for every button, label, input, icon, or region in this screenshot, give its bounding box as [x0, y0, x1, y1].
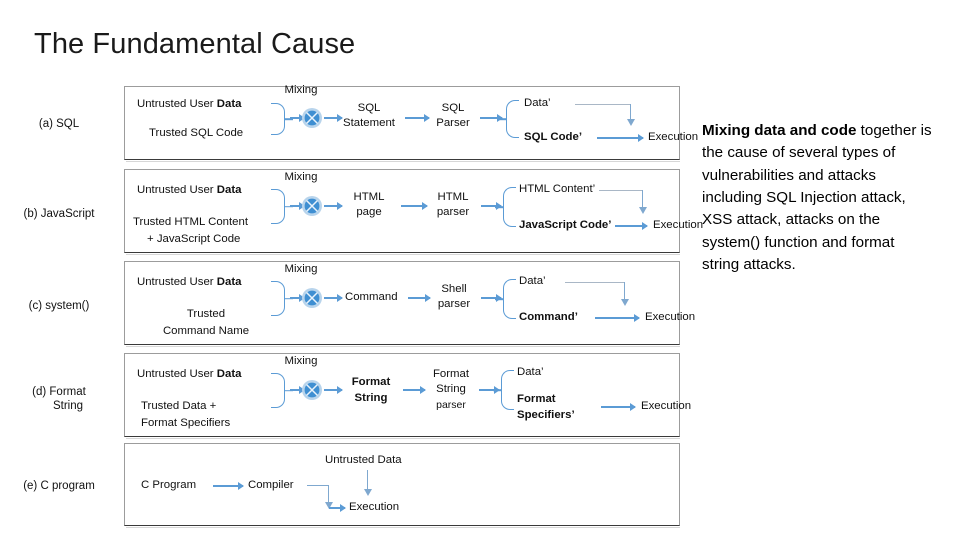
merge-brace-b: [271, 189, 293, 224]
output-bottom-a: SQL Code’: [524, 131, 583, 143]
feedback-line-c: [565, 282, 625, 284]
input-bottom-d: Trusted Data + Format Specifiers: [141, 400, 231, 429]
execution-e: Execution: [349, 501, 400, 513]
parser-d: Format String parser: [432, 368, 470, 411]
input-top-d: Untrusted User Data: [137, 368, 242, 380]
row-label-c: (c) system(): [28, 300, 90, 312]
arrow-to-execution-b: [615, 225, 647, 227]
output-bottom-b: JavaScript Code’: [519, 219, 612, 231]
row-label-b: (b) JavaScript: [23, 208, 95, 220]
mixing-node-c: [301, 287, 323, 309]
fundamental-cause-figure: (a) SQL Untrusted User Data Trusted SQL …: [0, 84, 703, 530]
merge-brace-a: [271, 103, 293, 135]
figure-row-c-program: (e) C program C Program Compiler Untrust…: [0, 443, 690, 530]
mixing-label-a: Mixing: [284, 84, 318, 96]
execution-d: Execution: [641, 400, 692, 412]
arrow-to-execution-a: [597, 137, 643, 139]
input-top-a: Untrusted User Data: [137, 98, 242, 110]
compiler-elbow-h-e: [307, 485, 329, 487]
figure-row-javascript: (b) JavaScript Untrusted User Data Trust…: [0, 169, 703, 257]
untrusted-data-e: Untrusted Data: [325, 454, 402, 466]
row-label-d: (d) Format String: [32, 386, 86, 413]
arrow-to-execution-c: [595, 317, 639, 319]
execution-c: Execution: [645, 311, 696, 323]
arrow-source-to-compiler-e: [213, 485, 243, 487]
input-bottom-a: Trusted SQL Code: [149, 127, 244, 139]
commentary-text: Mixing data and code together is the cau…: [702, 120, 934, 276]
split-brace-a: [498, 100, 519, 138]
split-brace-c: [495, 279, 516, 319]
output-top-a: Data’: [524, 97, 551, 109]
input-top-b: Untrusted User Data: [137, 184, 242, 196]
mixed-artifact-b: HTML page: [353, 191, 385, 219]
parser-a: SQL Parser: [436, 102, 470, 130]
feedback-arrow-c: [624, 282, 626, 300]
arrow-to-parser-d: [403, 389, 425, 391]
row-label-a: (a) SQL: [38, 118, 80, 130]
parser-c: Shell parser: [437, 283, 471, 311]
execution-b: Execution: [653, 219, 704, 231]
feedback-line-b: [599, 190, 643, 192]
c-source-e: C Program: [141, 479, 197, 491]
mixing-label-c: Mixing: [284, 263, 318, 275]
slide-canvas: The Fundamental Cause Mixing data and co…: [0, 0, 960, 540]
arrow-from-mixer-d: [324, 389, 342, 391]
mixing-node-d: [301, 379, 323, 401]
split-brace-b: [495, 187, 516, 227]
arrow-to-parser-c: [408, 297, 430, 299]
untrusted-data-arrow-e: [367, 470, 369, 490]
merge-brace-d: [271, 373, 293, 408]
arrow-to-parser-a: [405, 117, 429, 119]
figure-row-sql: (a) SQL Untrusted User Data Trusted SQL …: [0, 84, 698, 163]
row-label-e: (e) C program: [23, 480, 95, 492]
output-bottom-c: Command’: [519, 311, 578, 323]
merge-brace-c: [271, 281, 293, 316]
arrow-elbow-to-execution-e: [329, 507, 345, 509]
output-top-d: Data’: [517, 366, 544, 378]
execution-a: Execution: [648, 131, 699, 143]
mixing-label-b: Mixing: [284, 171, 318, 183]
arrow-from-mixer-c: [324, 297, 342, 299]
page-title: The Fundamental Cause: [34, 28, 356, 60]
output-top-b: HTML Content’: [519, 183, 596, 195]
output-bottom-d: Format Specifiers’: [517, 393, 575, 421]
mixed-artifact-d: Format String: [351, 376, 391, 404]
mixing-node-b: [301, 195, 323, 217]
feedback-line-a: [575, 104, 631, 106]
row-box-e: C Program Compiler Untrusted Data Execut…: [124, 443, 680, 528]
input-bottom-b: Trusted HTML Content + JavaScript Code: [133, 216, 249, 245]
row-box-c: Untrusted User Data Trusted Command Name …: [124, 261, 695, 347]
feedback-arrow-a: [630, 104, 632, 120]
input-top-c: Untrusted User Data: [137, 276, 242, 288]
mixing-node-a: [301, 107, 323, 129]
output-top-c: Data’: [519, 275, 546, 287]
arrow-to-parser-b: [401, 205, 427, 207]
parser-b: HTML parser: [436, 191, 470, 219]
figure-row-format-string: (d) Format String Untrusted User Data Tru…: [0, 353, 691, 441]
arrow-to-execution-d: [601, 406, 635, 408]
commentary-rest: together is the cause of several types o…: [702, 122, 932, 274]
mixed-artifact-a: SQL Statement: [343, 102, 395, 130]
row-box-d: Untrusted User Data Trusted Data + Format…: [124, 353, 691, 439]
row-box-b: Untrusted User Data Trusted HTML Content…: [124, 169, 703, 255]
input-bottom-c: Trusted Command Name: [162, 308, 250, 337]
mixed-artifact-c: Command: [345, 291, 398, 303]
split-brace-d: [493, 370, 514, 410]
compiler-e: Compiler: [248, 479, 294, 491]
figure-row-system: (c) system() Untrusted User Data Trusted…: [0, 261, 695, 349]
arrow-from-mixer-b: [324, 205, 342, 207]
row-box-a: Untrusted User Data Trusted SQL Code Mix…: [124, 84, 698, 162]
commentary-lead: Mixing data and code: [702, 122, 857, 139]
mixing-label-d: Mixing: [284, 355, 318, 367]
compiler-elbow-v-e: [328, 485, 330, 503]
feedback-arrow-b: [642, 190, 644, 208]
